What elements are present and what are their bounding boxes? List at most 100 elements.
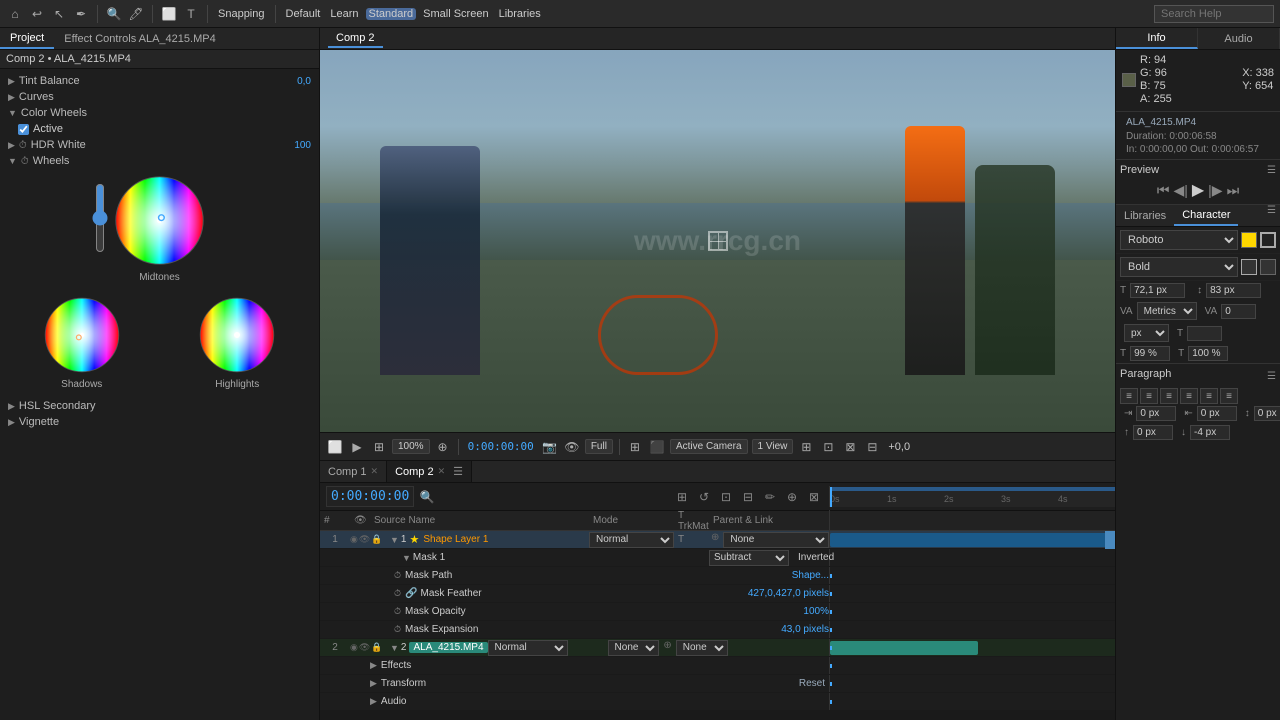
active-checkbox[interactable] [18,124,29,135]
comp-tab-comp2[interactable]: Comp 2 [328,30,383,48]
char-tab-character[interactable]: Character [1174,205,1238,226]
layer-2-mode[interactable]: Normal [488,640,573,656]
layer-2-name-badge[interactable]: ALA_4215.MP4 [409,642,487,653]
space-after-input[interactable] [1190,425,1230,440]
tab2-close[interactable]: ✕ [438,466,446,477]
tab-project[interactable]: Project [0,28,54,49]
kerning-select[interactable]: Metrics [1137,302,1197,320]
back-icon[interactable]: ↩ [28,5,46,23]
viewer-render-icon[interactable]: ⬜ [326,438,344,456]
char-tab-libraries[interactable]: Libraries [1116,205,1174,226]
swatch3[interactable] [1260,259,1276,275]
layer-2-lock[interactable]: 🔒 [371,642,382,653]
tab1-close[interactable]: ✕ [371,466,379,477]
indent-top-input[interactable] [1254,406,1280,421]
curves-row[interactable]: ▶ Curves [4,89,315,105]
baseline-select[interactable]: px [1124,324,1169,342]
layer-2-vis[interactable]: 👁 [359,642,370,653]
default-btn[interactable]: Default [283,8,324,20]
grid-icon[interactable]: ⊞ [626,438,644,456]
tl-icon5[interactable]: ✏ [761,488,779,506]
tl-icon6[interactable]: ⊕ [783,488,801,506]
indent-right-input[interactable] [1197,406,1237,421]
comp-icons2[interactable]: ⊡ [819,438,837,456]
layer-1-solo[interactable]: ◉ [350,534,358,545]
layer-2-parent-select[interactable]: None [676,640,728,656]
layer-2-solo[interactable]: ◉ [350,642,358,653]
shape-icon[interactable]: ⬜ [160,5,178,23]
viewer-draft-icon[interactable]: ⊞ [370,438,388,456]
stroke-color-btn[interactable] [1260,232,1276,248]
layer-2-expand[interactable]: ▼ [390,643,399,653]
brush-icon[interactable]: 🖊 [127,5,145,23]
timeline-tab-comp2[interactable]: Comp 2 ✕ ☰ [387,461,472,482]
tab-effect-controls[interactable]: Effect Controls ALA_4215.MP4 [54,28,225,49]
tl-icon3[interactable]: ⊡ [717,488,735,506]
wheels-row[interactable]: ▼ ⏱ Wheels [4,153,315,169]
vignette-row[interactable]: ▶ Vignette [4,414,315,430]
mask-feather-value[interactable]: 427,0,427,0 pixels [748,588,829,599]
zoom-icon[interactable]: 🔍 [105,5,123,23]
baseline-input[interactable] [1187,326,1222,341]
scale-v-input[interactable] [1188,346,1228,361]
select-icon[interactable]: ↖ [50,5,68,23]
prev-first-btn[interactable]: ⏮ [1157,182,1170,199]
mask-opacity-value[interactable]: 100% [803,606,829,617]
view-control[interactable]: 1 View [752,439,794,454]
prev-step-fwd-btn[interactable]: |▶ [1208,182,1222,199]
highlights-wheel[interactable] [197,295,277,375]
align-left-btn[interactable]: ≡ [1120,388,1138,404]
snapshot-icon[interactable]: 📷 [541,438,559,456]
font-weight-select[interactable]: Bold [1120,257,1238,277]
midtones-brightness-slider[interactable] [92,183,108,253]
indent-left-input[interactable] [1136,406,1176,421]
align-last-right-btn[interactable]: ≡ [1220,388,1238,404]
tint-balance-row[interactable]: ▶ Tint Balance 0,0 [4,73,315,89]
effects-row[interactable]: ▶ Effects [320,657,1115,675]
align-center-btn[interactable]: ≡ [1140,388,1158,404]
tl-search-icon[interactable]: 🔍 [418,488,436,506]
layer-1-mode[interactable]: Normal [589,532,674,548]
prev-last-btn[interactable]: ⏭ [1227,182,1240,199]
layer-1-expand[interactable]: ▼ [390,535,399,545]
leading-input[interactable] [1206,283,1261,298]
search-input[interactable] [1154,5,1274,23]
scale-h-input[interactable] [1130,346,1170,361]
tl-icon1[interactable]: ⊞ [673,488,691,506]
layer-1-bar-end[interactable] [1105,531,1115,549]
camera-control[interactable]: Active Camera [670,439,748,454]
standard-btn[interactable]: Standard [366,8,417,20]
layer-1-row[interactable]: 1 ◉ 👁 🔒 ▼ 1 ★ Shape Layer 1 Normal [320,531,1115,549]
tl-timecode[interactable]: 0:00:00:00 [326,486,414,507]
layer-2-row[interactable]: 2 ◉ 👁 🔒 ▼ 2 ALA_4215.MP4 Normal [320,639,1115,657]
transform-reset-btn[interactable]: Reset [795,677,829,690]
midtones-wheel[interactable] [112,173,207,268]
layer-2-mode-select[interactable]: Normal [488,640,568,656]
mask-expand[interactable]: ▼ [402,553,411,563]
layer-1-parent-select[interactable]: None [723,532,829,548]
pen-icon[interactable]: ✒ [72,5,90,23]
mask-1-mode[interactable]: Subtract [709,550,794,566]
show-icon[interactable]: 👁 [563,438,581,456]
audio-row[interactable]: ▶ Audio [320,693,1115,711]
effects-expand-arrow[interactable]: ▶ [370,660,377,671]
mask-expansion-value[interactable]: 43,0 pixels [781,624,829,635]
comp-icons3[interactable]: ⊠ [841,438,859,456]
comp2-menu-icon[interactable]: ☰ [453,465,463,478]
swatch2[interactable] [1241,259,1257,275]
layer-1-lock[interactable]: 🔒 [371,534,382,545]
char-menu-icon[interactable]: ☰ [1263,205,1280,226]
small-screen-btn[interactable]: Small Screen [420,8,491,20]
magnify-icon[interactable]: ⊕ [434,438,452,456]
tsume-input[interactable] [1221,304,1256,319]
audio-expand-arrow[interactable]: ▶ [370,696,377,707]
transform-expand-arrow[interactable]: ▶ [370,678,377,689]
prev-step-back-btn[interactable]: ◀| [1173,182,1187,199]
transform-row[interactable]: ▶ Transform Reset [320,675,1115,693]
home-icon[interactable]: ⌂ [6,5,24,23]
comp-icons1[interactable]: ⊞ [797,438,815,456]
tl-icon7[interactable]: ⊠ [805,488,823,506]
timeline-tab-comp1[interactable]: Comp 1 ✕ [320,461,387,482]
layer-1-vis[interactable]: 👁 [359,534,370,545]
learn-btn[interactable]: Learn [327,8,361,20]
